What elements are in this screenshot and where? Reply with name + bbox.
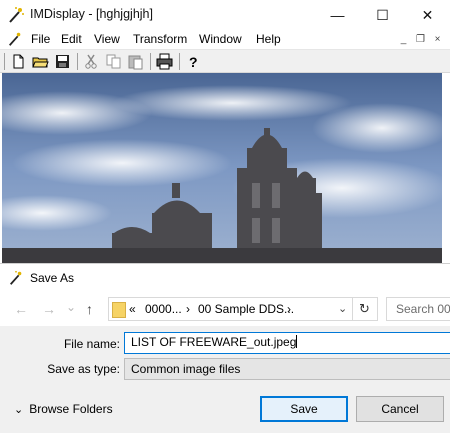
save-as-type-value: Common image files bbox=[131, 362, 241, 376]
up-arrow-icon[interactable]: ↑ bbox=[86, 301, 93, 317]
menu-file[interactable]: File bbox=[31, 32, 50, 46]
svg-text:?: ? bbox=[189, 54, 198, 70]
mdi-close-button[interactable]: × bbox=[430, 33, 445, 47]
forward-arrow-icon[interactable]: → bbox=[42, 301, 56, 317]
breadcrumb-separator[interactable]: › bbox=[186, 302, 190, 316]
save-as-type-label: Save as type: bbox=[47, 362, 120, 376]
cancel-button[interactable]: Cancel bbox=[356, 396, 444, 422]
toolbar-separator bbox=[150, 53, 151, 70]
window-title-bar: IMDisplay - [hghjgjhjh] — ☐ ✕ bbox=[0, 0, 450, 30]
browse-folders-label: Browse Folders bbox=[29, 402, 113, 416]
chevron-down-icon: ⌄ bbox=[14, 403, 24, 416]
menu-bar: File Edit View Transform Window Help _ ❐… bbox=[0, 30, 450, 49]
navigation-row: ← → ⌄ ↑ « 0000... › 00 Sample DDS... › ⌄… bbox=[0, 292, 450, 326]
recent-locations-dropdown-icon[interactable]: ⌄ bbox=[66, 300, 76, 314]
save-as-type-select[interactable]: Common image files bbox=[124, 358, 450, 380]
toolbar-separator bbox=[179, 53, 180, 70]
toolbar: ? bbox=[0, 49, 450, 73]
imdisplay-wand-icon bbox=[10, 270, 22, 285]
folder-icon bbox=[112, 302, 126, 318]
text-caret bbox=[296, 335, 298, 348]
toolbar-separator bbox=[77, 53, 78, 70]
refresh-icon[interactable]: ↻ bbox=[359, 301, 370, 317]
save-icon[interactable] bbox=[54, 53, 71, 70]
cut-icon[interactable] bbox=[83, 53, 100, 70]
address-dropdown-icon[interactable]: ⌄ bbox=[338, 302, 347, 315]
dialog-title: Save As bbox=[30, 271, 75, 285]
new-icon[interactable] bbox=[10, 53, 27, 70]
image-canvas[interactable] bbox=[2, 73, 442, 263]
breadcrumb-0000[interactable]: 0000... bbox=[145, 302, 182, 316]
search-placeholder: Search 00 S bbox=[396, 302, 450, 316]
menu-window[interactable]: Window bbox=[199, 32, 242, 46]
cathedral-photo bbox=[2, 73, 442, 263]
menu-view[interactable]: View bbox=[94, 32, 120, 46]
menu-transform[interactable]: Transform bbox=[133, 32, 187, 46]
menu-edit[interactable]: Edit bbox=[61, 32, 82, 46]
open-icon[interactable] bbox=[32, 53, 49, 70]
save-as-dialog: Save As ← → ⌄ ↑ « 0000... › 00 Sample DD… bbox=[0, 263, 450, 433]
file-name-input[interactable]: LIST OF FREEWARE_out.jpeg bbox=[124, 332, 450, 354]
minimize-button[interactable]: — bbox=[315, 0, 360, 30]
help-icon[interactable]: ? bbox=[185, 53, 202, 70]
mdi-minimize-button[interactable]: _ bbox=[396, 33, 411, 47]
menu-help[interactable]: Help bbox=[256, 32, 281, 46]
breadcrumb-separator[interactable]: › bbox=[287, 302, 291, 316]
search-box[interactable]: Search 00 S bbox=[386, 297, 450, 321]
mdi-restore-button[interactable]: ❐ bbox=[413, 33, 428, 47]
toolbar-grip bbox=[4, 53, 5, 70]
address-overflow[interactable]: « bbox=[129, 302, 136, 316]
back-arrow-icon[interactable]: ← bbox=[14, 301, 28, 317]
file-name-value: LIST OF FREEWARE_out.jpeg bbox=[131, 335, 297, 349]
dialog-title-bar: Save As bbox=[0, 264, 450, 292]
window-title: IMDisplay - [hghjgjhjh] bbox=[30, 7, 153, 21]
paste-icon[interactable] bbox=[127, 53, 144, 70]
browse-folders-toggle[interactable]: ⌄ Browse Folders bbox=[14, 402, 113, 416]
file-name-label: File name: bbox=[63, 337, 120, 351]
address-bar[interactable]: « 0000... › 00 Sample DDS... › ⌄ ↻ bbox=[108, 297, 378, 321]
document-wand-icon[interactable] bbox=[7, 31, 23, 47]
imdisplay-wand-icon bbox=[9, 7, 24, 23]
save-button[interactable]: Save bbox=[260, 396, 348, 422]
address-divider bbox=[352, 298, 353, 320]
maximize-button[interactable]: ☐ bbox=[360, 0, 405, 30]
print-icon[interactable] bbox=[156, 53, 173, 70]
breadcrumb-sample-dds[interactable]: 00 Sample DDS... bbox=[198, 302, 294, 316]
close-button[interactable]: ✕ bbox=[405, 0, 450, 30]
copy-icon[interactable] bbox=[105, 53, 122, 70]
